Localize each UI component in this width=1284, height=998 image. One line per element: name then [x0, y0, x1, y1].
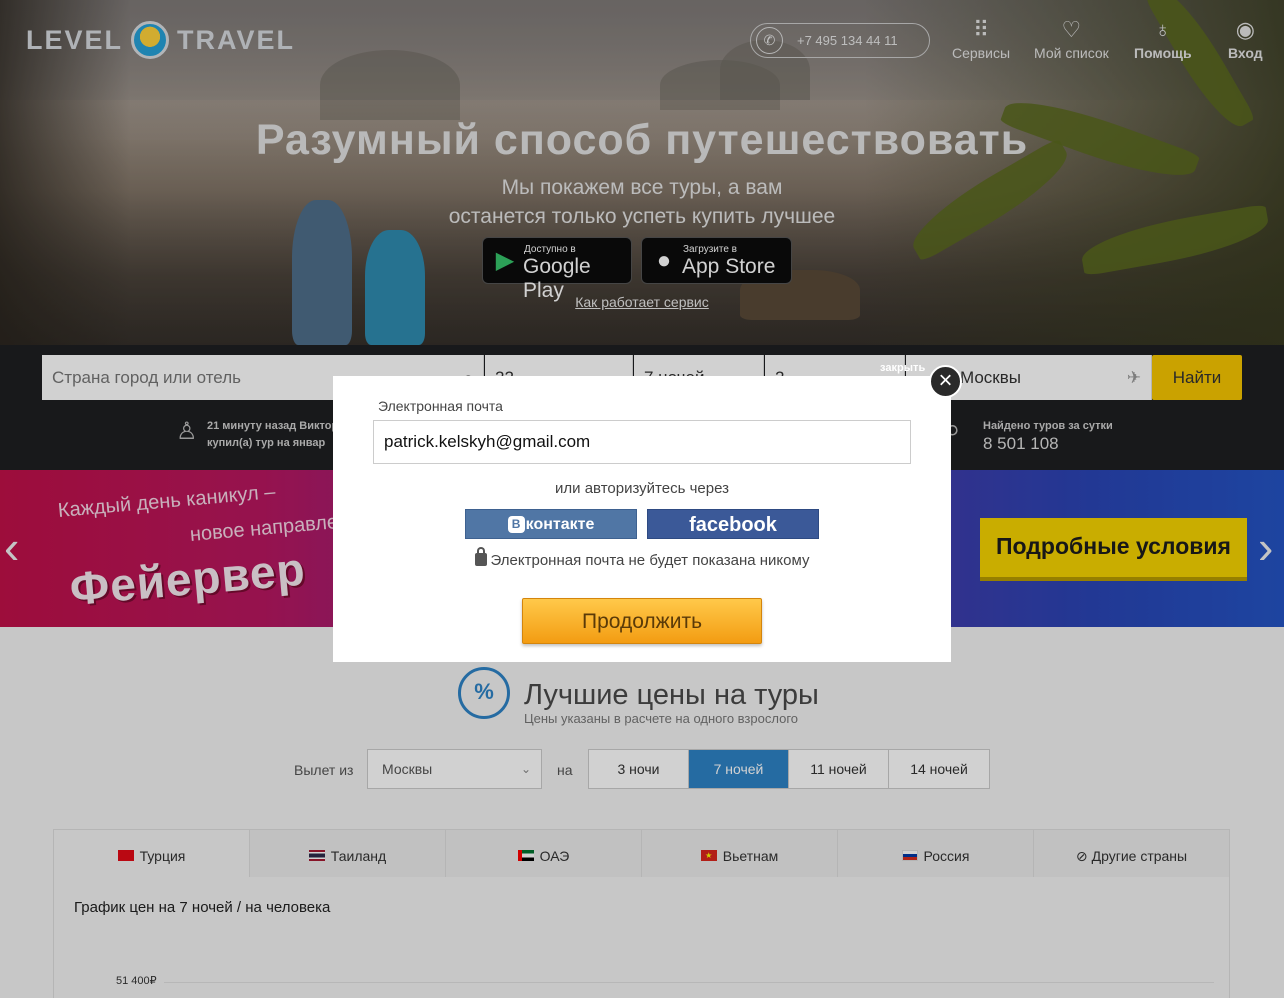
email-field[interactable]: patrick.kelskyh@gmail.com	[373, 420, 911, 464]
close-icon[interactable]: ×	[929, 365, 962, 398]
login-modal: Электронная почта patrick.kelskyh@gmail.…	[333, 376, 951, 662]
vkontakte-button[interactable]: Вконтакте	[465, 509, 637, 539]
email-label: Электронная почта	[378, 398, 503, 414]
vk-label: контакте	[525, 516, 595, 533]
privacy-note-text: Электронная почта не будет показана нико…	[490, 552, 810, 569]
vk-icon: В	[507, 516, 525, 533]
lock-icon	[474, 547, 487, 566]
social-login-text: или авторизуйтесь через	[555, 480, 729, 497]
privacy-note: Электронная почта не будет показана нико…	[333, 547, 951, 569]
continue-button[interactable]: Продолжить	[522, 598, 762, 644]
facebook-button[interactable]: facebook	[647, 509, 819, 539]
close-label[interactable]: закрыть	[880, 362, 925, 374]
